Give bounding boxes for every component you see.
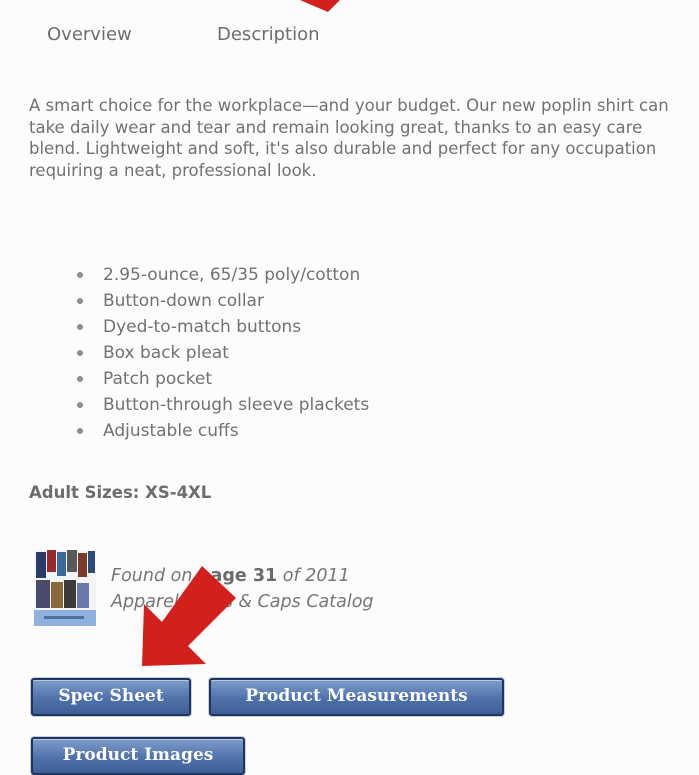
adult-sizes: Adult Sizes: XS-4XL bbox=[29, 483, 212, 502]
list-item: Button-through sleeve plackets bbox=[77, 392, 369, 418]
list-item: 2.95-ounce, 65/35 poly/cotton bbox=[77, 262, 369, 288]
bullet-icon bbox=[77, 402, 83, 408]
catalog-thumbnail-icon[interactable] bbox=[34, 550, 96, 626]
catalog-year: of 2011 bbox=[282, 566, 350, 586]
spec-sheet-button[interactable]: Spec Sheet bbox=[31, 678, 191, 716]
feature-text: Patch pocket bbox=[103, 369, 212, 389]
bullet-icon bbox=[77, 324, 83, 330]
feature-text: Dyed-to-match buttons bbox=[103, 317, 302, 337]
list-item: Box back pleat bbox=[77, 340, 369, 366]
feature-text: Button-through sleeve plackets bbox=[103, 395, 370, 415]
feature-text: Box back pleat bbox=[103, 343, 229, 363]
bullet-icon bbox=[77, 350, 83, 356]
list-item: Dyed-to-match buttons bbox=[77, 314, 369, 340]
product-images-button[interactable]: Product Images bbox=[31, 737, 245, 775]
bullet-icon bbox=[77, 428, 83, 434]
tab-overview[interactable]: Overview bbox=[47, 24, 132, 45]
list-item: Button-down collar bbox=[77, 288, 369, 314]
catalog-found-on: Found on bbox=[111, 566, 193, 586]
bullet-icon bbox=[77, 298, 83, 304]
product-measurements-button[interactable]: Product Measurements bbox=[209, 678, 504, 716]
product-description: A smart choice for the workplace—and you… bbox=[29, 96, 669, 180]
tab-description[interactable]: Description bbox=[217, 24, 320, 45]
list-item: Patch pocket bbox=[77, 366, 369, 392]
feature-text: Adjustable cuffs bbox=[103, 421, 239, 441]
catalog-page[interactable]: page 31 bbox=[198, 566, 277, 586]
catalog-name[interactable]: Apparel, Bags & Caps Catalog bbox=[111, 589, 374, 615]
feature-list: 2.95-ounce, 65/35 poly/cotton Button-dow… bbox=[77, 262, 369, 444]
feature-text: 2.95-ounce, 65/35 poly/cotton bbox=[103, 265, 361, 285]
feature-text: Button-down collar bbox=[103, 291, 264, 311]
bullet-icon bbox=[77, 272, 83, 278]
list-item: Adjustable cuffs bbox=[77, 418, 369, 444]
bullet-icon bbox=[77, 376, 83, 382]
catalog-reference: Found on page 31 of 2011 Apparel, Bags &… bbox=[111, 563, 374, 615]
